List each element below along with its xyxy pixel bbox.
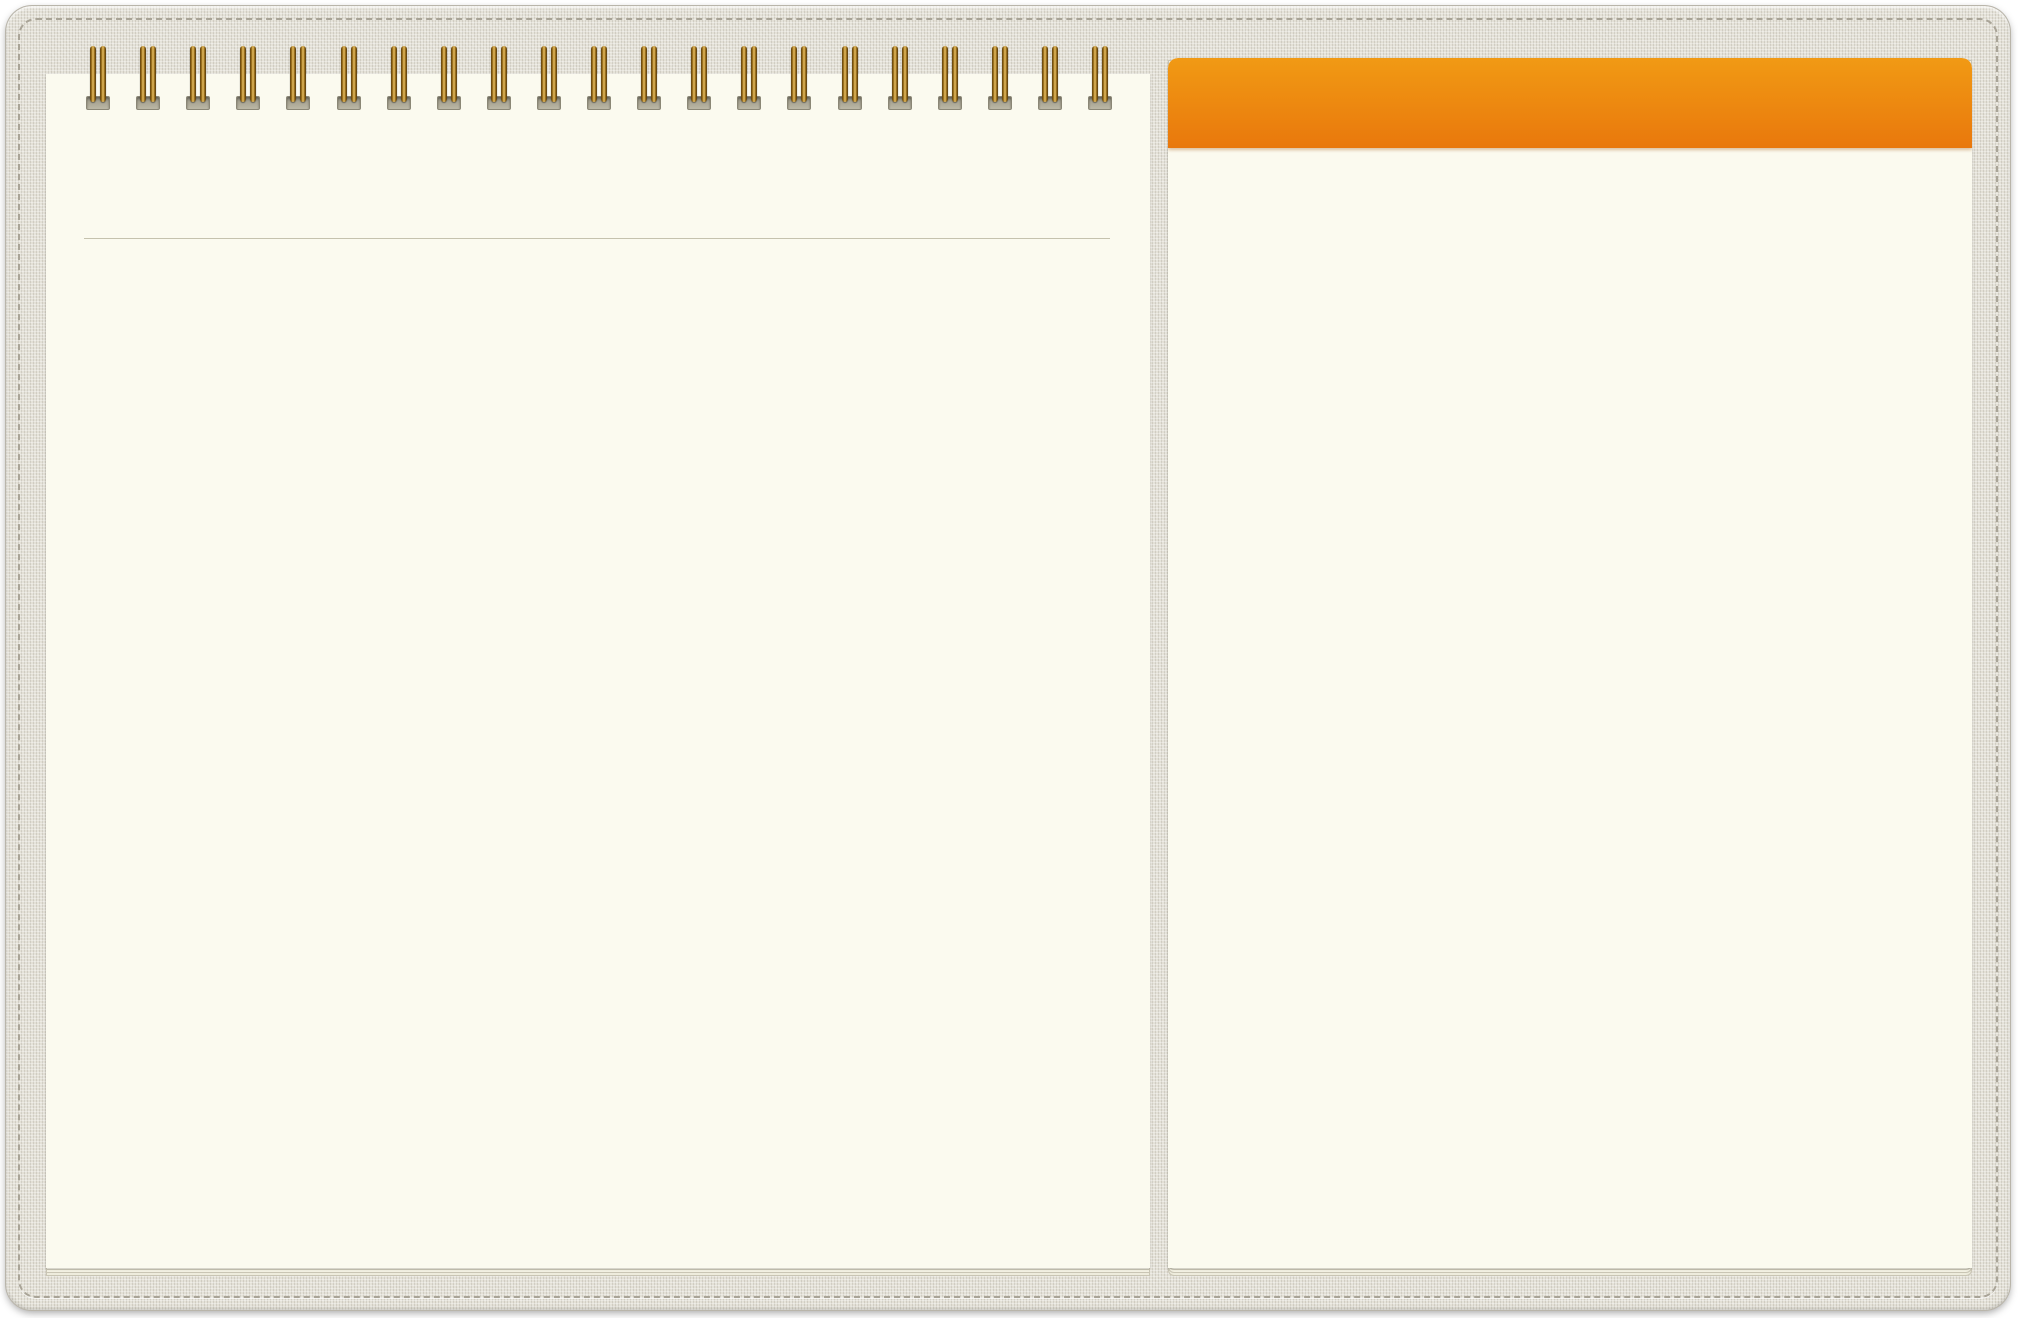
right-panel-page[interactable] xyxy=(1168,58,1972,1268)
binding-wire xyxy=(300,46,306,102)
binding-wire xyxy=(90,46,96,102)
spiral-ring-icon xyxy=(687,46,711,110)
binding-wire xyxy=(791,46,797,102)
binding-wire xyxy=(341,46,347,102)
spiral-ring-icon xyxy=(136,46,160,110)
notepad-header-rule xyxy=(84,238,1110,239)
spiral-ring-icon xyxy=(838,46,862,110)
binding-wire xyxy=(952,46,958,102)
binding-wire xyxy=(852,46,858,102)
binding-wire xyxy=(842,46,848,102)
spiral-ring-icon xyxy=(387,46,411,110)
binding-wire xyxy=(441,46,447,102)
spiral-ring-icon xyxy=(938,46,962,110)
binding-wire xyxy=(250,46,256,102)
spiral-ring-icon xyxy=(737,46,761,110)
spiral-ring-icon xyxy=(787,46,811,110)
spiral-ring-icon xyxy=(637,46,661,110)
spiral-ring-icon xyxy=(337,46,361,110)
binding-wire xyxy=(451,46,457,102)
spiral-ring-icon xyxy=(1088,46,1112,110)
binding-wire xyxy=(200,46,206,102)
binding-wire xyxy=(351,46,357,102)
binding-wire xyxy=(1102,46,1108,102)
spiral-ring-icon xyxy=(186,46,210,110)
spiral-ring-icon xyxy=(236,46,260,110)
binding-wire xyxy=(992,46,998,102)
binding-wire xyxy=(691,46,697,102)
spiral-ring-icon xyxy=(988,46,1012,110)
spiral-binding xyxy=(86,46,1126,112)
binding-wire xyxy=(601,46,607,102)
binding-wire xyxy=(290,46,296,102)
binding-wire xyxy=(902,46,908,102)
binding-wire xyxy=(701,46,707,102)
binding-wire xyxy=(1052,46,1058,102)
spiral-ring-icon xyxy=(1038,46,1062,110)
binding-wire xyxy=(190,46,196,102)
binding-wire xyxy=(651,46,657,102)
spiral-ring-icon xyxy=(587,46,611,110)
binding-wire xyxy=(491,46,497,102)
binding-wire xyxy=(741,46,747,102)
binding-wire xyxy=(140,46,146,102)
binding-wire xyxy=(1042,46,1048,102)
binding-wire xyxy=(591,46,597,102)
binding-wire xyxy=(541,46,547,102)
right-panel-header xyxy=(1168,58,1972,148)
right-panel xyxy=(1168,58,1972,1276)
spiral-ring-icon xyxy=(286,46,310,110)
binding-wire xyxy=(1002,46,1008,102)
binding-wire xyxy=(1092,46,1098,102)
binding-wire xyxy=(551,46,557,102)
binding-wire xyxy=(150,46,156,102)
binding-wire xyxy=(892,46,898,102)
binding-wire xyxy=(641,46,647,102)
notepad-page[interactable] xyxy=(46,74,1150,1268)
spiral-ring-icon xyxy=(437,46,461,110)
spiral-ring-icon xyxy=(86,46,110,110)
binding-wire xyxy=(751,46,757,102)
binding-wire xyxy=(801,46,807,102)
binding-wire xyxy=(391,46,397,102)
spiral-ring-icon xyxy=(487,46,511,110)
binding-wire xyxy=(942,46,948,102)
spiral-ring-icon xyxy=(888,46,912,110)
binding-wire xyxy=(501,46,507,102)
binding-wire xyxy=(240,46,246,102)
spiral-ring-icon xyxy=(537,46,561,110)
binding-wire xyxy=(401,46,407,102)
binding-wire xyxy=(100,46,106,102)
left-notepad xyxy=(46,74,1150,1276)
